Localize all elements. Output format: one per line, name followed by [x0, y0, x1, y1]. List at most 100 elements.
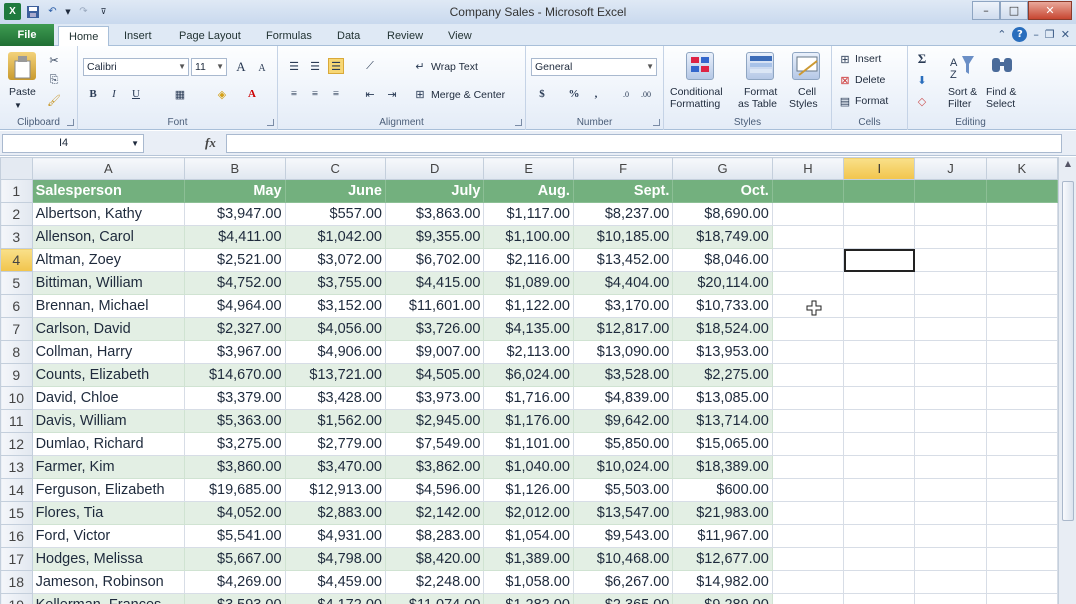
- cell-g6[interactable]: $10,733.00: [672, 294, 773, 318]
- cell-f7[interactable]: $12,817.00: [572, 317, 674, 341]
- cell-e2[interactable]: $1,117.00: [483, 202, 574, 226]
- cell-f10[interactable]: $4,839.00: [572, 386, 674, 410]
- cell-d2[interactable]: $3,863.00: [384, 202, 485, 226]
- cell-d15[interactable]: $2,142.00: [384, 501, 485, 525]
- row-header[interactable]: 17: [0, 547, 33, 571]
- maximize-button[interactable]: □: [1000, 1, 1028, 20]
- cell-b19[interactable]: $3,593.00: [184, 593, 286, 604]
- cell-g16[interactable]: $11,967.00: [672, 524, 773, 548]
- conditional-formatting-label[interactable]: Conditional: [670, 86, 723, 98]
- column-header-e[interactable]: E: [483, 157, 574, 180]
- row-header[interactable]: 11: [0, 409, 33, 433]
- cell-a11[interactable]: Davis, William: [31, 409, 186, 433]
- cell-g7[interactable]: $18,524.00: [672, 317, 773, 341]
- cell-j17[interactable]: [914, 547, 987, 571]
- cell-k11[interactable]: [985, 409, 1058, 433]
- cell-h16[interactable]: [771, 524, 845, 548]
- cell-a13[interactable]: Farmer, Kim: [31, 455, 186, 479]
- merge-center-button[interactable]: Merge & Center: [431, 89, 505, 101]
- cell-a1[interactable]: Salesperson: [31, 179, 186, 203]
- cell-i3[interactable]: [843, 225, 916, 249]
- row-header[interactable]: 14: [0, 478, 33, 502]
- worksheet-grid[interactable]: ABCDEFGHIJK 1 Salesperson May June July Aug. S…: [0, 157, 1058, 604]
- cell-j3[interactable]: [914, 225, 987, 249]
- percent-button[interactable]: %: [566, 86, 582, 102]
- cell-i17[interactable]: [843, 547, 916, 571]
- cell-f16[interactable]: $9,543.00: [572, 524, 674, 548]
- grow-font-icon[interactable]: A: [233, 59, 249, 75]
- cell-j7[interactable]: [914, 317, 987, 341]
- borders-icon[interactable]: ▦: [172, 86, 188, 102]
- fill-color-icon[interactable]: ◈: [214, 86, 230, 102]
- cell-d6[interactable]: $11,601.00: [384, 294, 485, 318]
- cell-d12[interactable]: $7,549.00: [384, 432, 485, 456]
- number-launcher-icon[interactable]: [653, 119, 660, 126]
- cell-a2[interactable]: Albertson, Kathy: [31, 202, 186, 226]
- orientation-icon[interactable]: ⟋: [362, 58, 378, 74]
- formula-input[interactable]: [226, 134, 1062, 153]
- cell-b12[interactable]: $3,275.00: [184, 432, 286, 456]
- align-center-icon[interactable]: ≡: [307, 86, 323, 102]
- cell-b5[interactable]: $4,752.00: [184, 271, 286, 295]
- cell-g12[interactable]: $15,065.00: [672, 432, 773, 456]
- font-color-icon[interactable]: A: [244, 86, 260, 102]
- cell-k17[interactable]: [985, 547, 1058, 571]
- cell-c1[interactable]: June: [284, 179, 386, 203]
- cell-j8[interactable]: [914, 340, 987, 364]
- cell-i12[interactable]: [843, 432, 916, 456]
- cell-h11[interactable]: [771, 409, 845, 433]
- cell-g3[interactable]: $18,749.00: [672, 225, 773, 249]
- row-header[interactable]: 10: [0, 386, 33, 410]
- sort-filter-label[interactable]: Sort &: [948, 86, 977, 98]
- cell-b8[interactable]: $3,967.00: [184, 340, 286, 364]
- workbook-restore-icon[interactable]: ❐: [1045, 28, 1055, 41]
- tab-file[interactable]: File: [0, 24, 54, 46]
- cell-e12[interactable]: $1,101.00: [483, 432, 574, 456]
- cell-c6[interactable]: $3,152.00: [284, 294, 386, 318]
- column-header-j[interactable]: J: [914, 157, 987, 180]
- cell-f17[interactable]: $10,468.00: [572, 547, 674, 571]
- cell-f5[interactable]: $4,404.00: [572, 271, 674, 295]
- cell-f13[interactable]: $10,024.00: [572, 455, 674, 479]
- insert-cells-button[interactable]: Insert: [855, 53, 881, 65]
- cell-k9[interactable]: [985, 363, 1058, 387]
- minimize-button[interactable]: –: [972, 1, 1000, 20]
- row-header[interactable]: 16: [0, 524, 33, 548]
- cell-k7[interactable]: [985, 317, 1058, 341]
- cell-e8[interactable]: $2,113.00: [483, 340, 574, 364]
- cell-j4[interactable]: [914, 248, 987, 272]
- cell-d11[interactable]: $2,945.00: [384, 409, 485, 433]
- cell-j18[interactable]: [914, 570, 987, 594]
- cell-a7[interactable]: Carlson, David: [31, 317, 186, 341]
- row-header[interactable]: 8: [0, 340, 33, 364]
- cell-c9[interactable]: $13,721.00: [284, 363, 386, 387]
- cell-e7[interactable]: $4,135.00: [483, 317, 574, 341]
- bold-button[interactable]: B: [85, 86, 101, 102]
- cell-c12[interactable]: $2,779.00: [284, 432, 386, 456]
- cell-k4[interactable]: [985, 248, 1058, 272]
- cell-h13[interactable]: [771, 455, 845, 479]
- cell-f1[interactable]: Sept.: [572, 179, 674, 203]
- cell-g10[interactable]: $13,085.00: [672, 386, 773, 410]
- format-as-table-label[interactable]: Format: [744, 86, 777, 98]
- cell-h12[interactable]: [771, 432, 845, 456]
- scroll-up-icon[interactable]: ▲: [1062, 159, 1074, 171]
- paste-icon[interactable]: [8, 52, 36, 80]
- comma-button[interactable]: ,: [588, 86, 604, 102]
- cell-c3[interactable]: $1,042.00: [284, 225, 386, 249]
- decrease-indent-icon[interactable]: ⇤: [362, 86, 378, 102]
- cell-g2[interactable]: $8,690.00: [672, 202, 773, 226]
- tab-page-layout[interactable]: Page Layout: [169, 26, 251, 46]
- select-all-corner[interactable]: [0, 157, 33, 180]
- alignment-launcher-icon[interactable]: [515, 119, 522, 126]
- cell-f14[interactable]: $5,503.00: [572, 478, 674, 502]
- cell-a14[interactable]: Ferguson, Elizabeth: [31, 478, 186, 502]
- cell-k15[interactable]: [985, 501, 1058, 525]
- cell-k6[interactable]: [985, 294, 1058, 318]
- cell-b10[interactable]: $3,379.00: [184, 386, 286, 410]
- cell-k13[interactable]: [985, 455, 1058, 479]
- fill-icon[interactable]: ⬇: [914, 72, 930, 88]
- cell-g9[interactable]: $2,275.00: [672, 363, 773, 387]
- column-header-f[interactable]: F: [572, 157, 674, 180]
- cell-b16[interactable]: $5,541.00: [184, 524, 286, 548]
